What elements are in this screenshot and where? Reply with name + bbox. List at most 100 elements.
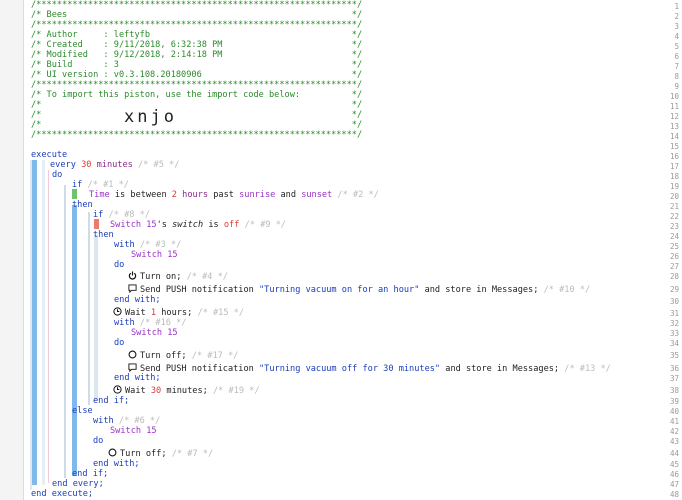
line-number: 18	[669, 172, 679, 181]
with3-do: do	[114, 260, 125, 270]
line-number: 8	[674, 72, 679, 81]
line-number: 32	[669, 319, 679, 328]
do-keyword: do	[52, 170, 63, 180]
line-number: 40	[669, 407, 679, 416]
line-number: 34	[669, 339, 679, 348]
header-comment-line: /* Modified : 9/12/2018, 2:14:18 PM */	[31, 50, 363, 60]
then2-keyword: then	[93, 230, 114, 240]
turn-on-action[interactable]: Turn on; /* #4 */	[128, 271, 228, 283]
line-number: 2	[674, 12, 679, 21]
else-keyword: else	[72, 406, 93, 416]
line-number: 9	[674, 82, 679, 91]
with6-do: do	[93, 436, 104, 446]
header-comment-line: /* */	[31, 100, 363, 110]
line-number: 20	[669, 192, 679, 201]
line-number: 22	[669, 212, 679, 221]
header-comment-line: /* Created : 9/11/2018, 6:32:38 PM */	[31, 40, 363, 50]
wait-30-minutes-action[interactable]: Wait 30 minutes; /* #19 */	[113, 385, 260, 396]
header-comment-line: /* Bees */	[31, 10, 363, 20]
line-number: 15	[669, 142, 679, 151]
end-with-2: end with;	[114, 373, 161, 383]
line-number: 45	[669, 460, 679, 469]
line-number: 10	[669, 92, 679, 101]
header-comment-line: /***************************************…	[31, 80, 363, 90]
line-number: 48	[669, 490, 679, 499]
with6-line[interactable]: with /* #6 */	[93, 416, 160, 426]
end-with-3: end with;	[93, 459, 140, 469]
if1-then-bar	[72, 205, 77, 476]
line-number: 13	[669, 122, 679, 131]
line-number: 7	[674, 62, 679, 71]
line-number: 6	[674, 52, 679, 61]
line-number: 3	[674, 22, 679, 31]
do-block-line	[48, 170, 49, 483]
line-number: 28	[669, 272, 679, 281]
turn-off-action-2[interactable]: Turn off; /* #7 */	[108, 448, 213, 459]
header-comment-line: /* Build : 3 */	[31, 60, 363, 70]
line-number: 38	[669, 386, 679, 395]
line-number: 24	[669, 232, 679, 241]
send-push-on-action[interactable]: Send PUSH notification "Turning vacuum o…	[128, 284, 590, 295]
line-number: 5	[674, 42, 679, 51]
end-every: end every;	[52, 479, 104, 489]
with16-do: do	[114, 338, 125, 348]
every-line[interactable]: every 30 minutes /* #5 */	[50, 160, 179, 170]
line-number: 25	[669, 242, 679, 251]
import-code: xnjo	[124, 107, 177, 127]
condition-switch-off[interactable]: Switch 15's switch is off /* #9 */	[110, 220, 286, 230]
line-number: 33	[669, 329, 679, 338]
end-if-2: end if;	[93, 396, 130, 406]
header-comment-line: /* Author : leftyfb */	[31, 30, 363, 40]
header-comment-line: /* */	[31, 110, 363, 120]
if1-block-bar[interactable]	[64, 185, 66, 478]
line-number: 47	[669, 480, 679, 489]
line-number: 42	[669, 427, 679, 436]
if2-line[interactable]: if /* #8 */	[93, 210, 150, 220]
line-number: 26	[669, 252, 679, 261]
condition-time-between[interactable]: Time is between 2 hours past sunrise and…	[89, 190, 379, 200]
piston-code-editor: 1 2 3 4 5 6 7 8 9 10 11 12 13 14 15 16 17 18 19 20 21 22 23 24 2…	[0, 0, 682, 500]
line-number: 39	[669, 397, 679, 406]
execute-keyword: execute	[31, 150, 68, 160]
if2-condition-false	[94, 219, 99, 229]
line-number: 21	[669, 202, 679, 211]
every-block-bar[interactable]	[32, 160, 37, 485]
header-comment-line: /* To import this piston, use the import…	[31, 90, 363, 100]
header-comment-line: /***************************************…	[31, 20, 363, 30]
header-comment-line: /***************************************…	[31, 0, 363, 10]
turn-off-action-1[interactable]: Turn off; /* #17 */	[128, 350, 238, 362]
line-number: 27	[669, 262, 679, 271]
line-number: 36	[669, 364, 679, 373]
line-number: 1	[674, 2, 679, 11]
with3-line[interactable]: with /* #3 */	[114, 240, 181, 250]
power-off-icon	[128, 350, 137, 362]
line-number: 14	[669, 132, 679, 141]
wait-1-hour-action[interactable]: Wait 1 hours; /* #15 */	[113, 307, 244, 318]
if1-condition-true	[72, 189, 77, 199]
if1-line[interactable]: if /* #1 */	[72, 180, 129, 190]
line-number: 17	[669, 162, 679, 171]
line-number: 16	[669, 152, 679, 161]
with6-device: Switch 15	[110, 426, 157, 436]
every-pause-bar	[42, 160, 45, 485]
line-number: 29	[669, 285, 679, 294]
send-push-off-action[interactable]: Send PUSH notification "Turning vacuum o…	[128, 363, 611, 374]
with16-line[interactable]: with /* #16 */	[114, 318, 186, 328]
line-number: 11	[669, 102, 679, 111]
line-number: 46	[669, 470, 679, 479]
with3-device: Switch 15	[131, 250, 178, 260]
end-if-1: end if;	[72, 469, 109, 479]
line-number: 41	[669, 417, 679, 426]
line-number: 44	[669, 449, 679, 458]
header-comment-line: /***************************************…	[31, 130, 363, 140]
header-comment-line: /* UI version : v0.3.108.20180906 */	[31, 70, 363, 80]
if2-then-bar	[94, 235, 98, 401]
power-icon	[128, 271, 137, 283]
with16-device: Switch 15	[131, 328, 178, 338]
line-number: 43	[669, 437, 679, 446]
line-number: 37	[669, 374, 679, 383]
header-comment-line: /* */	[31, 120, 363, 130]
line-number: 19	[669, 182, 679, 191]
line-number: 35	[669, 351, 679, 360]
end-execute: end execute;	[31, 489, 94, 499]
